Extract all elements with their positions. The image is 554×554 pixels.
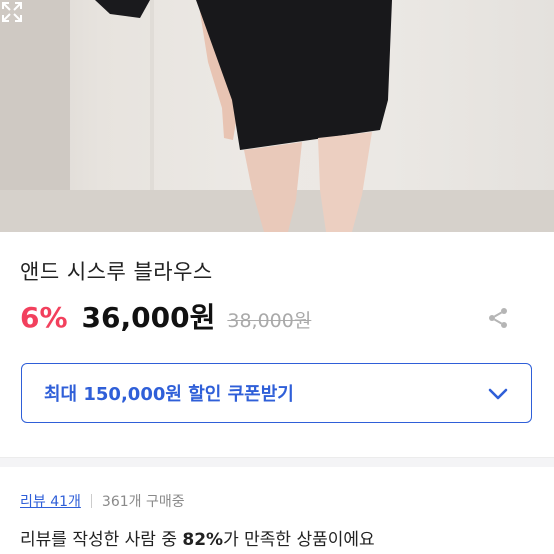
sale-price: 36,000원 [81,301,216,334]
divider-bar [90,494,92,508]
product-image[interactable] [0,0,554,232]
satisfaction-text: 리뷰를 작성한 사람 중 82%가 만족한 상품이에요 [20,525,375,550]
purchase-count: 361개 구매중 [101,494,185,510]
original-price: 38,000원 [227,310,312,332]
coupon-button[interactable]: 최대 150,000원 할인 쿠폰받기 [21,363,532,423]
price-row: 6% 36,000원 38,000원 [20,296,311,336]
coupon-label: 최대 150,000원 할인 쿠폰받기 [44,384,294,405]
review-count-link[interactable]: 리뷰 41개 [20,491,81,511]
review-summary-row: 리뷰 41개 361개 구매중 [20,491,185,511]
product-photo-illustration [0,0,554,232]
share-icon[interactable] [486,306,510,330]
satisfaction-post: 가 만족한 상품이에요 [223,530,375,550]
satisfaction-pre: 리뷰를 작성한 사람 중 [20,530,183,550]
product-title: 앤드 시스루 블라우스 [20,260,213,284]
expand-icon[interactable] [0,0,24,24]
discount-rate: 6% [20,301,68,334]
chevron-down-icon [488,388,508,400]
section-divider [0,457,554,467]
satisfaction-percent: 82% [182,530,224,550]
